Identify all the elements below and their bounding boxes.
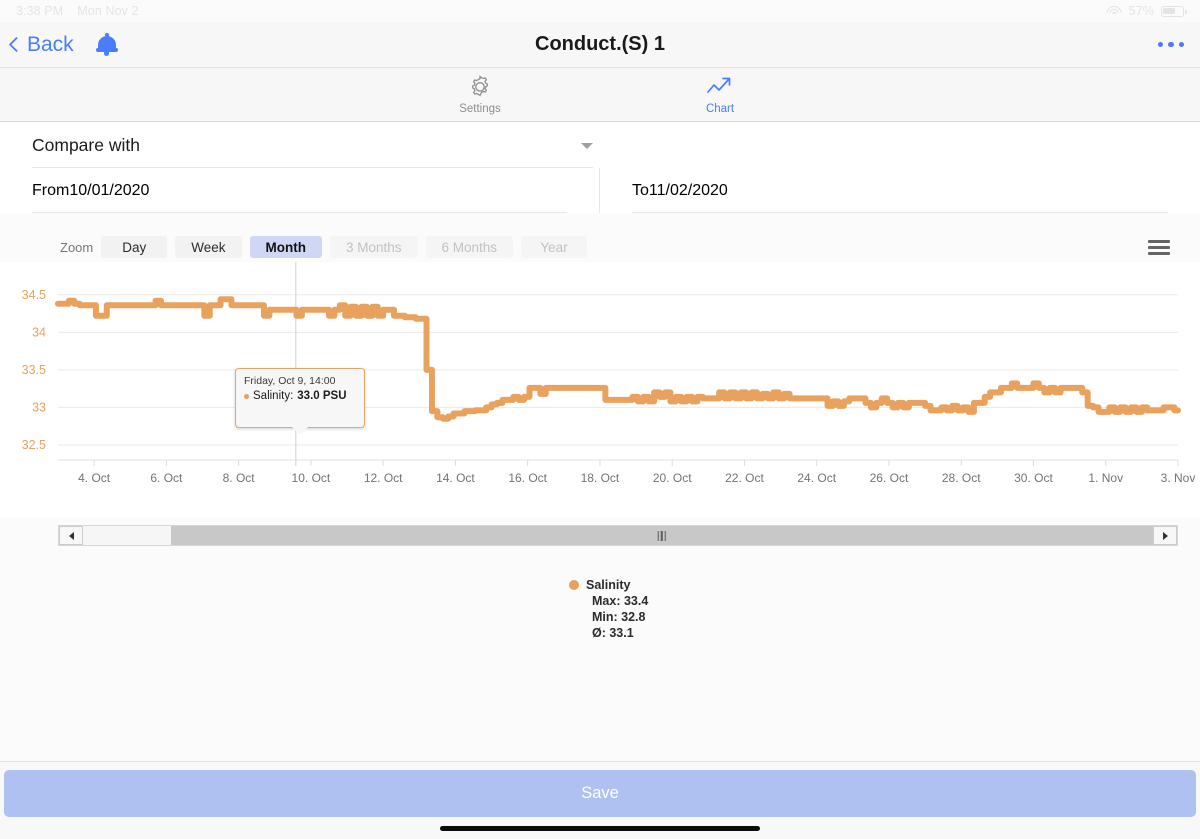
svg-text:20. Oct: 20. Oct [653, 471, 692, 485]
series-dot-icon [244, 393, 249, 399]
battery-icon [1161, 5, 1187, 17]
tab-bar: Settings Chart [0, 67, 1200, 122]
legend-max: Max: 33.4 [592, 594, 649, 608]
hamburger-menu-icon[interactable] [1148, 239, 1170, 255]
svg-text:34.5: 34.5 [22, 288, 46, 302]
scrollbar-thumb[interactable] [170, 526, 1153, 545]
legend-min: Min: 32.8 [592, 610, 646, 624]
scroll-right-icon[interactable] [1153, 526, 1177, 545]
legend-avg: Ø: 33.1 [592, 626, 634, 640]
app-root: 3:38 PM Mon Nov 2 57% Back Conduct.(S) 1 [0, 0, 1200, 839]
svg-text:26. Oct: 26. Oct [870, 471, 909, 485]
row-divider [632, 212, 1168, 213]
zoom-button-3months: 3 Months [329, 236, 418, 258]
scrollbar-track[interactable] [83, 526, 1153, 545]
tab-chart[interactable]: Chart [600, 68, 840, 121]
from-label: From [32, 181, 70, 199]
status-time: 3:38 PM [16, 4, 64, 18]
tooltip-value: 33.0 PSU [297, 390, 347, 402]
battery-percent: 57% [1128, 4, 1154, 18]
chart-area[interactable]: 32.5 33 33.5 34 34.5 4. Oct 6. Oct 8. Oct 10. Oc… [0, 262, 1200, 517]
tooltip-value-line: Salinity: 33.0 PSU [244, 390, 356, 402]
row-divider [32, 212, 567, 213]
tab-settings-label: Settings [459, 103, 501, 115]
legend-series-name: Salinity [586, 578, 631, 592]
scroll-left-icon[interactable] [59, 526, 83, 545]
svg-text:33.5: 33.5 [22, 363, 46, 377]
from-value: 10/01/2020 [69, 181, 150, 199]
compare-with-label: Compare with [32, 135, 140, 155]
legend-series[interactable]: Salinity [569, 578, 648, 592]
svg-text:22. Oct: 22. Oct [725, 471, 764, 485]
chart-legend[interactable]: Salinity Max: 33.4 Min: 32.8 Ø: 33.1 [569, 578, 648, 640]
home-indicator [440, 826, 760, 831]
compare-with-row[interactable]: Compare with [0, 123, 625, 168]
svg-text:32.5: 32.5 [22, 438, 46, 452]
chevron-down-icon[interactable] [581, 142, 593, 149]
status-bar-left: 3:38 PM Mon Nov 2 [16, 4, 139, 18]
series-dot-icon [569, 580, 579, 590]
drag-grip-icon[interactable] [657, 530, 667, 541]
zoom-button-week[interactable]: Week [175, 236, 242, 258]
svg-text:24. Oct: 24. Oct [797, 471, 836, 485]
status-bar: 3:38 PM Mon Nov 2 57% [0, 0, 1200, 22]
navigation-bar: Back Conduct.(S) 1 [0, 22, 1200, 67]
svg-text:14. Oct: 14. Oct [436, 471, 475, 485]
svg-text:10. Oct: 10. Oct [292, 471, 331, 485]
zoom-button-month[interactable]: Month [249, 236, 322, 258]
zoom-button-6months: 6 Months [425, 236, 514, 258]
tab-chart-label: Chart [705, 103, 735, 115]
zoom-range-selector: Zoom Day Week Month 3 Months 6 Months Ye… [0, 232, 1200, 262]
svg-text:30. Oct: 30. Oct [1014, 471, 1053, 485]
zoom-button-year: Year [521, 236, 588, 258]
to-value: 11/02/2020 [648, 181, 728, 199]
date-range-row: From 10/01/2020 To 11/02/2020 [0, 168, 1200, 213]
chart-scrollbar[interactable] [58, 525, 1178, 546]
tab-settings[interactable]: Settings [360, 68, 600, 121]
footer-bar: Save [0, 761, 1200, 839]
trend-up-icon [707, 77, 731, 93]
filter-form: Compare with From 10/01/2020 To 11/02/20… [0, 123, 1200, 213]
gear-icon [472, 75, 488, 97]
svg-text:6. Oct: 6. Oct [150, 471, 183, 485]
svg-text:4. Oct: 4. Oct [78, 471, 111, 485]
zoom-label: Zoom [60, 239, 94, 255]
more-options-icon[interactable] [1157, 41, 1184, 48]
svg-text:28. Oct: 28. Oct [942, 471, 981, 485]
to-date-field[interactable]: To 11/02/2020 [600, 168, 1200, 213]
svg-text:12. Oct: 12. Oct [364, 471, 403, 485]
tooltip-date: Friday, Oct 9, 14:00 [244, 375, 336, 387]
to-label: To [632, 181, 649, 199]
chart-tooltip: Friday, Oct 9, 14:00 Salinity: 33.0 PSU [235, 368, 365, 435]
svg-text:8. Oct: 8. Oct [223, 471, 256, 485]
from-date-field[interactable]: From 10/01/2020 [0, 168, 600, 213]
status-date: Mon Nov 2 [77, 4, 139, 18]
wifi-icon [1106, 5, 1122, 17]
salinity-line-chart[interactable]: 32.5 33 33.5 34 34.5 4. Oct 6. Oct 8. Oct 10. Oc… [0, 262, 1200, 517]
status-bar-right: 57% [1106, 4, 1187, 18]
save-button-label: Save [581, 784, 619, 802]
save-button[interactable]: Save [4, 770, 1196, 817]
svg-text:16. Oct: 16. Oct [508, 471, 547, 485]
svg-text:33: 33 [32, 400, 46, 414]
svg-text:1. Nov: 1. Nov [1088, 471, 1123, 485]
tooltip-series-name: Salinity: [253, 390, 294, 402]
svg-text:18. Oct: 18. Oct [581, 471, 620, 485]
page-title: Conduct.(S) 1 [535, 33, 665, 55]
svg-text:3. Nov: 3. Nov [1161, 471, 1196, 485]
tooltip-arrow [291, 425, 309, 435]
zoom-button-day[interactable]: Day [101, 236, 168, 258]
svg-text:34: 34 [32, 325, 46, 339]
